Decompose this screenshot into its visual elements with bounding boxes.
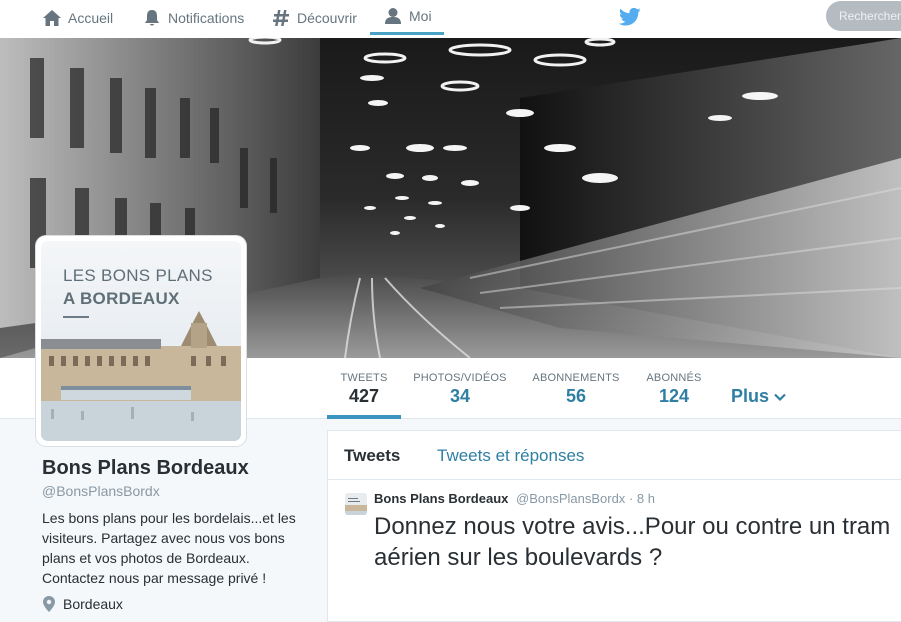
tweet-header: Bons Plans Bordeaux @BonsPlansBordx · 8 … bbox=[374, 491, 655, 506]
stat-tweets[interactable]: TWEETS 427 bbox=[327, 358, 401, 419]
profile-name[interactable]: Bons Plans Bordeaux bbox=[42, 457, 249, 480]
stat-tweets-label: TWEETS bbox=[340, 372, 388, 384]
location-pin-icon bbox=[43, 596, 55, 612]
stat-photos[interactable]: PHOTOS/VIDÉOS 34 bbox=[413, 358, 507, 418]
profile-location-text: Bordeaux bbox=[63, 596, 123, 612]
bell-icon bbox=[145, 9, 159, 25]
profile-location: Bordeaux bbox=[42, 596, 123, 612]
tweet-timestamp[interactable]: 8 h bbox=[637, 491, 655, 506]
stat-followers[interactable]: ABONNÉS 124 bbox=[644, 358, 704, 418]
hashtag-icon bbox=[273, 9, 289, 26]
tweet-avatar-image bbox=[345, 493, 367, 515]
avatar-text-line1: LES BONS PLANS bbox=[63, 266, 213, 285]
stat-tweets-value: 427 bbox=[348, 386, 380, 406]
person-icon bbox=[385, 8, 401, 24]
tab-tweets-and-replies[interactable]: Tweets et réponses bbox=[437, 446, 584, 466]
nav-notifications-label: Notifications bbox=[168, 9, 245, 26]
nav-home-label: Accueil bbox=[68, 9, 114, 26]
nav-home[interactable]: Accueil bbox=[42, 0, 113, 35]
stat-following-value: 56 bbox=[565, 386, 587, 406]
more-label: Plus bbox=[731, 386, 770, 406]
stat-followers-label: ABONNÉS bbox=[646, 372, 702, 384]
tweet-text: Donnez nous votre avis...Pour ou contre … bbox=[374, 513, 891, 571]
avatar-image: LES BONS PLANS A BORDEAUX bbox=[41, 241, 241, 441]
timeline-panel: Tweets Tweets et réponses Bons Plans Bor… bbox=[327, 430, 901, 622]
avatar-text-line2: A BORDEAUX bbox=[63, 289, 180, 308]
home-icon bbox=[43, 9, 61, 26]
twitter-bird-icon[interactable] bbox=[619, 7, 641, 27]
stat-followers-value: 124 bbox=[658, 386, 690, 406]
profile-avatar[interactable]: LES BONS PLANS A BORDEAUX bbox=[36, 236, 246, 446]
tweet-author-name[interactable]: Bons Plans Bordeaux bbox=[374, 491, 508, 506]
nav-me-label: Moi bbox=[409, 8, 432, 24]
profile-handle: @BonsPlansBordx bbox=[42, 483, 160, 499]
stat-following-label: ABONNEMENTS bbox=[532, 372, 620, 384]
tweet-author-avatar[interactable] bbox=[345, 493, 367, 515]
tab-tweets[interactable]: Tweets bbox=[344, 446, 400, 466]
more-dropdown[interactable]: Plus bbox=[731, 386, 787, 407]
stat-photos-value: 34 bbox=[449, 386, 471, 406]
chevron-down-icon bbox=[774, 393, 786, 401]
nav-discover-label: Découvrir bbox=[297, 9, 357, 26]
timeline-divider bbox=[328, 479, 901, 480]
profile-bio: Les bons plans pour les bordelais...et l… bbox=[42, 510, 296, 586]
nav-me[interactable]: Moi bbox=[370, 0, 444, 35]
stat-photos-label: PHOTOS/VIDÉOS bbox=[413, 372, 507, 384]
nav-notifications[interactable]: Notifications bbox=[142, 0, 244, 35]
nav-discover[interactable]: Découvrir bbox=[271, 0, 357, 35]
tweet-separator: · bbox=[628, 491, 634, 506]
search-input[interactable]: Rechercher bbox=[826, 1, 901, 31]
tweet-author-handle[interactable]: @BonsPlansBordx bbox=[516, 491, 625, 506]
top-navigation: Accueil Notifications Découvrir Moi Rech… bbox=[0, 0, 901, 39]
stat-following[interactable]: ABONNEMENTS 56 bbox=[532, 358, 620, 418]
